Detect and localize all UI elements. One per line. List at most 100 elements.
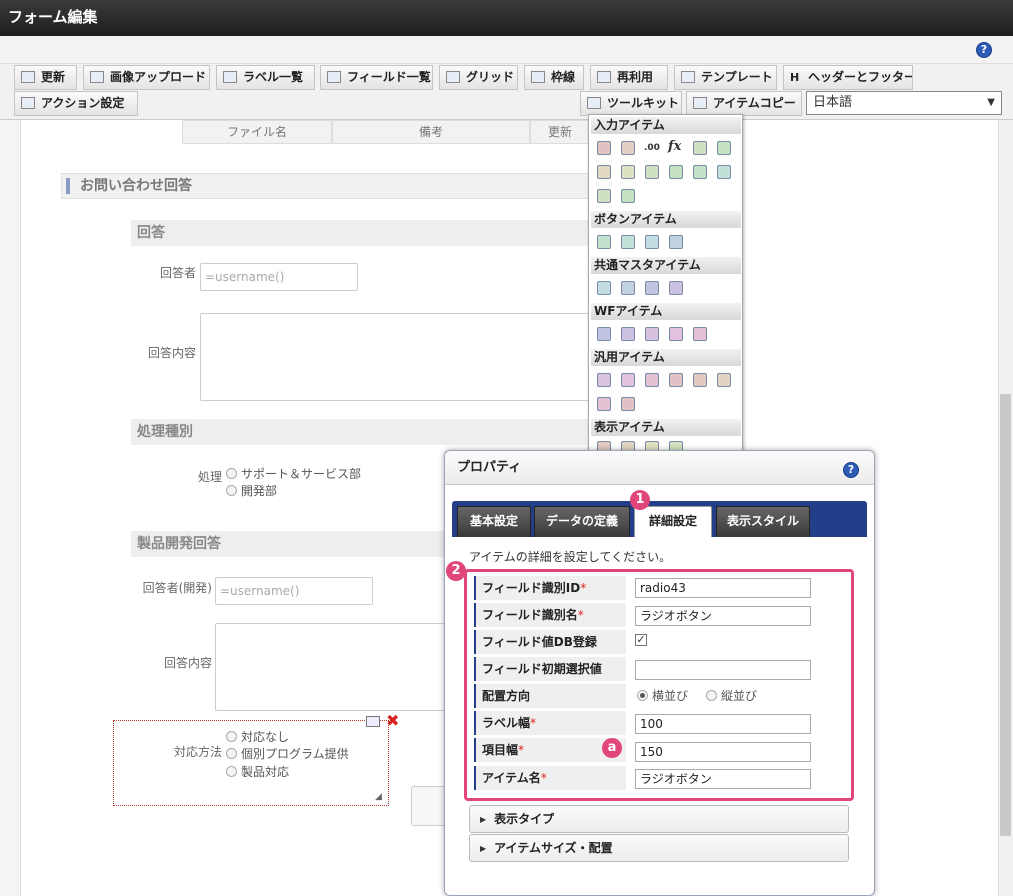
palette-item-icon[interactable]	[597, 141, 611, 155]
item-properties-icon[interactable]	[366, 716, 380, 727]
image-upload-button[interactable]: 画像アップロード	[83, 65, 210, 90]
palette-item-icon[interactable]	[621, 165, 635, 179]
palette-category-display: 表示アイテム	[591, 419, 741, 436]
template-icon	[681, 71, 695, 83]
db-register-checkbox[interactable]: ✓	[635, 634, 647, 646]
prop-label-item-name: アイテム名*	[474, 766, 626, 790]
item-name-input[interactable]: ラジオボタン	[635, 769, 811, 789]
dev-group-title: 製品開発回答	[131, 531, 461, 557]
palette-item-icon[interactable]	[621, 397, 635, 411]
palette-item-icon[interactable]	[693, 165, 707, 179]
action-settings-button[interactable]: アクション設定	[14, 91, 138, 116]
scrollbar-thumb[interactable]	[1000, 394, 1011, 836]
dialog-title: プロパティ	[445, 451, 874, 485]
palette-item-icon[interactable]	[717, 165, 731, 179]
palette-item-icon[interactable]	[669, 281, 683, 295]
field-name-input[interactable]: ラジオボタン	[635, 606, 811, 626]
template-button[interactable]: テンプレート	[674, 65, 777, 90]
method-option-none[interactable]: 対応なし	[226, 728, 289, 745]
process-option-support[interactable]: サポート＆サービス部	[226, 465, 361, 482]
chevron-down-icon: ▼	[987, 97, 995, 108]
answerer-label: 回答者	[159, 266, 196, 280]
palette-item-icon[interactable]	[597, 235, 611, 249]
palette-item-icon[interactable]	[669, 165, 683, 179]
delete-icon[interactable]: ✖	[386, 711, 399, 730]
tab-basic[interactable]: 基本設定	[457, 506, 531, 537]
palette-item-icon[interactable]	[621, 141, 635, 155]
annotation-badge-1: 1	[630, 490, 650, 510]
orientation-horizontal-option[interactable]: 横並び	[637, 687, 688, 704]
palette-item-icon[interactable]	[621, 327, 635, 341]
dialog-description: アイテムの詳細を設定してください。	[469, 550, 672, 564]
answer-content-label: 回答内容	[147, 346, 196, 360]
field-id-input[interactable]: radio43	[635, 578, 811, 598]
palette-item-icon[interactable]	[597, 165, 611, 179]
dev-answer-content-textarea[interactable]	[215, 623, 445, 711]
resize-handle-icon[interactable]: ◢	[375, 792, 382, 802]
tab-data-definition[interactable]: データの定義	[534, 506, 630, 537]
item-width-input[interactable]: 150	[635, 742, 811, 762]
item-copy-button[interactable]: アイテムコピー	[686, 91, 802, 116]
palette-item-icon[interactable]	[597, 397, 611, 411]
method-option-individual[interactable]: 個別プログラム提供	[226, 745, 349, 762]
palette-item-icon[interactable]	[597, 189, 611, 203]
border-button[interactable]: 枠線	[524, 65, 584, 90]
prop-label-label-width: ラベル幅*	[474, 711, 626, 735]
palette-item-icon[interactable]	[597, 281, 611, 295]
reuse-button[interactable]: 再利用	[590, 65, 668, 90]
palette-item-icon[interactable]	[621, 281, 635, 295]
palette-item-icon[interactable]	[645, 165, 659, 179]
process-option-dev[interactable]: 開発部	[226, 482, 277, 499]
reuse-icon	[597, 71, 611, 83]
prop-label-initial-value: フィールド初期選択値	[474, 657, 626, 681]
section-item-size-layout[interactable]: ▶ アイテムサイズ・配置	[469, 834, 849, 862]
palette-item-icon[interactable]	[621, 189, 635, 203]
palette-item-icon[interactable]	[645, 235, 659, 249]
palette-item-icon[interactable]	[693, 327, 707, 341]
radio-circle	[226, 731, 237, 742]
palette-item-icon[interactable]	[645, 281, 659, 295]
label-width-input[interactable]: 100	[635, 714, 811, 734]
palette-item-icon[interactable]	[717, 373, 731, 387]
dev-answerer-label: 回答者(開発)	[142, 581, 212, 595]
method-option-product[interactable]: 製品対応	[226, 763, 289, 780]
orientation-vertical-option[interactable]: 縦並び	[706, 687, 757, 704]
initial-value-input[interactable]	[635, 660, 811, 680]
annotation-badge-a: a	[602, 738, 622, 758]
formula-icon[interactable]: fx	[668, 139, 684, 155]
answer-content-textarea[interactable]	[200, 313, 590, 401]
palette-item-icon[interactable]	[669, 327, 683, 341]
palette-item-icon[interactable]	[621, 235, 635, 249]
tab-display-style[interactable]: 表示スタイル	[716, 506, 810, 537]
section-display-type[interactable]: ▶ 表示タイプ	[469, 805, 849, 833]
window-title: フォーム編集	[0, 0, 1013, 36]
palette-item-icon[interactable]	[693, 373, 707, 387]
tab-detail[interactable]: 詳細設定	[634, 506, 712, 537]
field-list-button[interactable]: フィールド一覧	[320, 65, 433, 90]
palette-item-icon[interactable]	[645, 373, 659, 387]
refresh-button[interactable]: 更新	[14, 65, 77, 90]
header-footer-icon: H	[790, 71, 800, 84]
answerer-input[interactable]: =username()	[200, 263, 358, 291]
palette-item-icon[interactable]	[597, 373, 611, 387]
palette-item-icon[interactable]	[597, 327, 611, 341]
palette-item-icon[interactable]	[669, 373, 683, 387]
prop-label-field-name: フィールド識別名*	[474, 603, 626, 627]
palette-item-icon[interactable]	[621, 373, 635, 387]
palette-item-icon[interactable]	[645, 327, 659, 341]
grid-button[interactable]: グリッド	[439, 65, 518, 90]
palette-category-button: ボタンアイテム	[591, 211, 741, 228]
header-footer-button[interactable]: H ヘッダーとフッター	[783, 65, 913, 90]
palette-item-icon[interactable]	[717, 141, 731, 155]
language-select[interactable]: 日本語 ▼	[806, 91, 1002, 115]
label-list-button[interactable]: ラベル一覧	[216, 65, 315, 90]
dev-answerer-input[interactable]: =username()	[215, 577, 373, 605]
palette-item-icon[interactable]	[669, 235, 683, 249]
palette-item-icon[interactable]	[693, 141, 707, 155]
dialog-help-icon[interactable]: ?	[843, 462, 859, 478]
number-icon[interactable]: .00	[644, 141, 662, 155]
help-icon[interactable]: ?	[976, 42, 992, 58]
radio-circle	[706, 690, 717, 701]
toolkit-button[interactable]: ツールキット	[580, 91, 682, 116]
chevron-right-icon: ▶	[480, 815, 487, 824]
